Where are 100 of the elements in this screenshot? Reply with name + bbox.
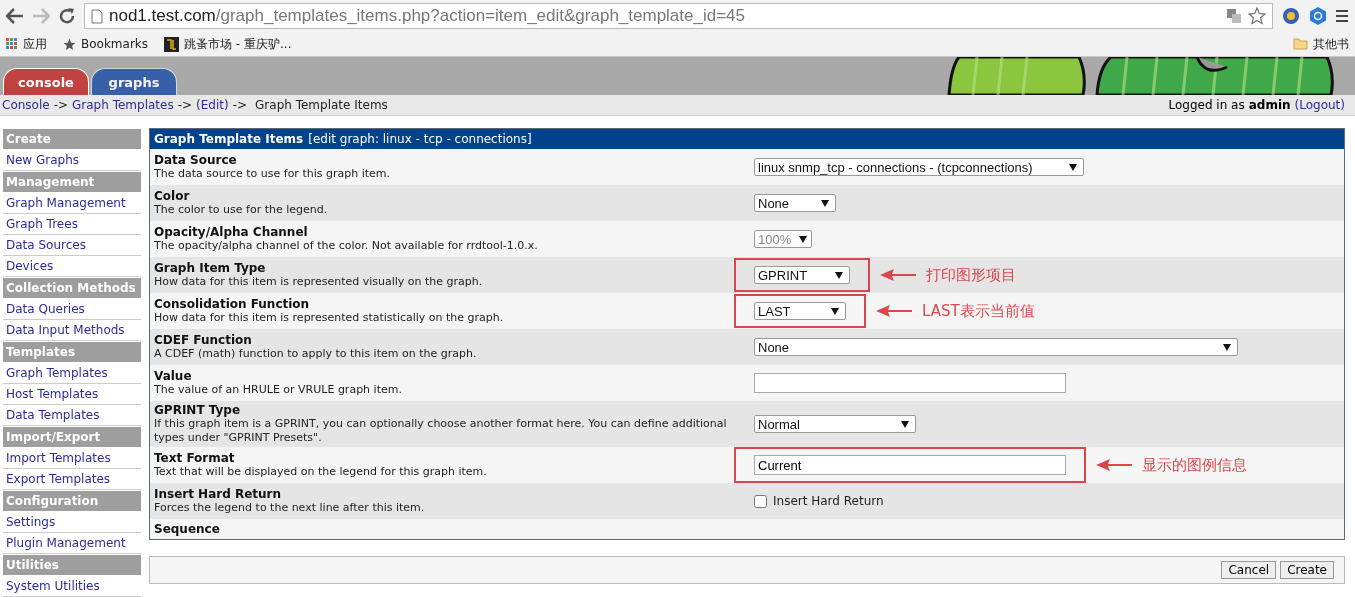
extension-icon[interactable] (1309, 6, 1327, 26)
breadcrumb-separator: -> (177, 98, 193, 112)
annotation-note: 显示的图例信息 (1142, 455, 1247, 475)
sidebar-item[interactable]: New Graphs (3, 150, 141, 171)
annotation-note: LAST表示当前值 (922, 301, 1035, 321)
bookmark-link[interactable]: Bookmarks (81, 37, 149, 51)
field-label: CDEF Function (154, 333, 253, 347)
back-icon[interactable] (6, 8, 24, 24)
breadcrumb-current: Graph Template Items (255, 98, 388, 112)
annotation-note: 打印图形项目 (926, 265, 1016, 285)
checkbox-label: Insert Hard Return (773, 494, 884, 508)
caret-icon (799, 235, 808, 243)
dropdown-value: linux snmp_tcp - connections - (tcpconnections) (758, 159, 1033, 175)
field-description: The value of an HRULE or VRULE graph item. (154, 383, 403, 397)
dropdown-value: GPRINT (758, 267, 808, 283)
dropdown[interactable]: None (754, 338, 1238, 356)
dropdown[interactable]: LAST (754, 302, 846, 320)
bookmark-link[interactable]: 跳蚤市场 - 重庆驴... (184, 35, 292, 53)
menu-icon[interactable] (1335, 9, 1349, 23)
input-field[interactable]: Current (754, 455, 1066, 475)
user-name: admin (1248, 98, 1291, 112)
apps-grid-icon (6, 38, 18, 50)
folder-icon (1293, 38, 1308, 50)
field-description: Text that will be displayed on the legend for this graph item. (154, 465, 488, 479)
star-icon (63, 37, 76, 51)
sidebar-heading: Import/Export (3, 427, 141, 447)
sidebar-heading: Management (3, 172, 141, 192)
breadcrumb-link[interactable]: Console (2, 98, 50, 112)
field-label: Consolidation Function (154, 297, 311, 311)
sidebar-item[interactable]: Export Templates (3, 469, 141, 490)
arrow-icon (1096, 459, 1132, 471)
form-button[interactable]: Create (1280, 561, 1334, 579)
caret-icon (1223, 343, 1231, 351)
nav-tab[interactable]: graphs (91, 68, 177, 95)
sidebar-item[interactable]: Plugin Management (3, 533, 141, 554)
dropdown[interactable]: Normal (754, 415, 916, 433)
breadcrumb-separator: -> (53, 98, 69, 112)
sidebar-heading: Utilities (3, 555, 141, 575)
sidebar-heading: Configuration (3, 491, 141, 511)
sidebar-item[interactable]: Import Templates (3, 448, 141, 469)
field-description: The color to use for the legend. (154, 203, 329, 217)
form-subtitle: [edit graph: linux - tcp - connections] (308, 132, 532, 146)
sidebar-heading: Templates (3, 342, 141, 362)
caret-icon (901, 420, 909, 428)
caret-icon (835, 271, 843, 279)
field-description: Forces the legend to the next line after this item. (154, 501, 426, 515)
sidebar-item[interactable]: Graph Management (3, 193, 141, 214)
field-label: Insert Hard Return (154, 487, 283, 501)
dropdown-value: 100% (758, 231, 792, 247)
field-label: Value (154, 369, 193, 383)
breadcrumb-separator: -> (232, 98, 248, 112)
sidebar-item[interactable]: Graph Templates (3, 363, 141, 384)
breadcrumb-link[interactable]: (Edit) (196, 98, 229, 112)
dropdown[interactable]: linux snmp_tcp - connections - (tcpconnections) (754, 158, 1084, 176)
sidebar-item[interactable]: Data Templates (3, 405, 141, 426)
reload-icon[interactable] (58, 7, 76, 25)
field-label: GPRINT Type (154, 403, 242, 417)
sidebar-item[interactable]: Data Sources (3, 235, 141, 256)
caret-icon (1069, 163, 1077, 171)
field-label: Graph Item Type (154, 261, 267, 275)
dropdown-value: Normal (758, 416, 800, 432)
dropdown-value: None (758, 339, 790, 355)
arrow-icon (880, 269, 916, 281)
sidebar-heading: Collection Methods (3, 278, 141, 298)
sidebar-item[interactable]: Host Templates (3, 384, 141, 405)
translate-icon[interactable] (1226, 8, 1242, 24)
caret-icon (821, 199, 829, 207)
extension-icon[interactable] (1281, 6, 1301, 26)
field-description: How data for this item is represented visually on the graph. (154, 275, 484, 289)
dropdown[interactable]: None (754, 194, 836, 212)
sidebar-item[interactable]: Data Input Methods (3, 320, 141, 341)
field-description: If this graph item is a GPRINT, you can optionally choose another format here. You can define additional types under "GPRINT Presets". (154, 417, 728, 445)
field-description: The data source to use for this graph item. (154, 167, 391, 181)
field-label: Text Format (154, 451, 236, 465)
form-button[interactable]: Cancel (1221, 561, 1277, 579)
nav-tab[interactable]: console (3, 68, 89, 95)
arrow-icon (876, 305, 912, 317)
sidebar-item[interactable]: Devices (3, 256, 141, 277)
sidebar-item[interactable]: Graph Trees (3, 214, 141, 235)
login-label: Logged in as (1168, 98, 1245, 112)
checkbox[interactable] (754, 494, 767, 508)
url-text: nod1.test.com/graph_templates_items.php?action=item_edit&graph_template_id=45 (109, 6, 747, 26)
bookmark-link[interactable]: 其他书 (1313, 35, 1349, 53)
input-field[interactable] (754, 373, 1066, 393)
sidebar-item[interactable]: Data Queries (3, 299, 141, 320)
field-description: How data for this item is represented statistically on the graph. (154, 311, 505, 325)
field-description: A CDEF (math) function to apply to this item on the graph. (154, 347, 478, 361)
dropdown[interactable]: GPRINT (754, 266, 850, 284)
logout-link[interactable]: (Logout) (1294, 98, 1345, 112)
field-label: Color (154, 189, 191, 203)
breadcrumb-link[interactable]: Graph Templates (72, 98, 174, 112)
bookmark-link[interactable]: 应用 (23, 35, 47, 53)
sidebar-item[interactable]: Settings (3, 512, 141, 533)
sidebar-item[interactable]: System Utilities (3, 576, 141, 597)
form-title: Graph Template Items (154, 132, 304, 146)
address-bar[interactable]: nod1.test.com/graph_templates_items.php?action=item_edit&graph_template_id=45 (84, 3, 1273, 29)
sidebar-heading: Create (3, 129, 141, 149)
field-label: Sequence (154, 522, 221, 536)
caret-icon (831, 307, 839, 315)
star-icon[interactable] (1248, 7, 1266, 25)
